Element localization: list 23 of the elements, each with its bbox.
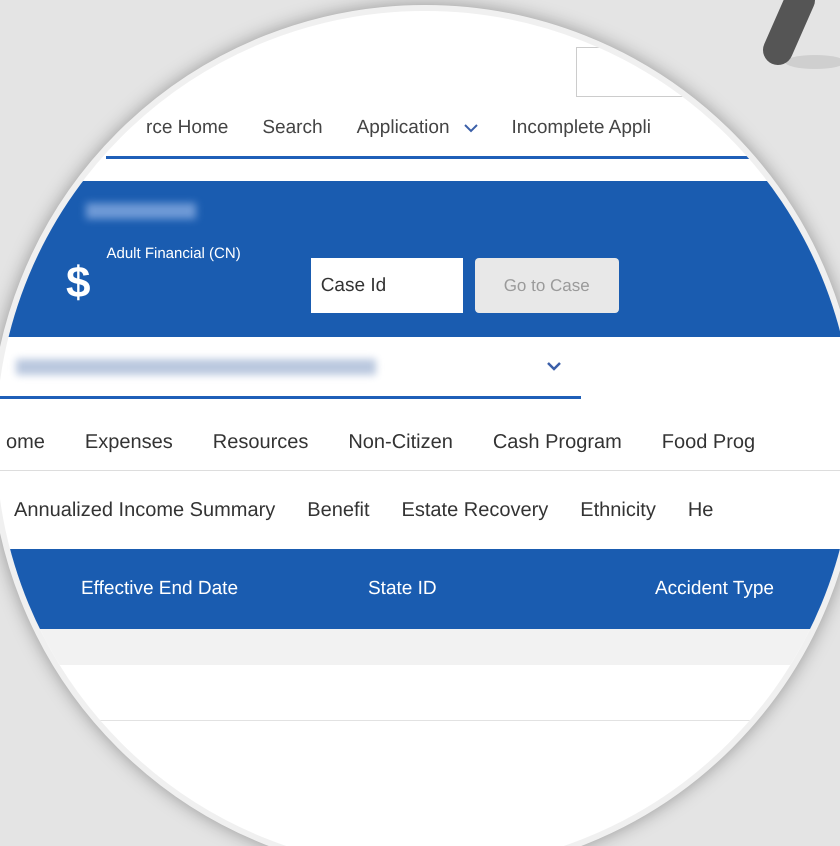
chevron-down-icon[interactable] [464,124,478,133]
tab[interactable]: Resources [212,426,308,456]
tab[interactable]: Food Prog [662,426,756,456]
nav-link[interactable]: Application [356,114,450,143]
subtab[interactable]: Estate Recovery [402,495,548,525]
nav-link[interactable]: Incomplete Appli [512,114,651,143]
case-id-field[interactable]: Case Id [310,258,463,313]
tab[interactable]: Expenses [84,426,173,456]
column-header: Effective End Date [81,576,240,601]
nav-link[interactable]: Search [262,114,323,143]
subtab[interactable]: Benefit [307,495,370,525]
tab[interactable]: ome [6,426,45,456]
chevron-down-icon[interactable] [547,362,561,371]
column-header: State ID [368,576,438,601]
subtab[interactable]: Ethnicity [580,495,656,525]
tab[interactable]: Cash Program [492,426,622,456]
dollar-sign: $ [66,261,90,305]
program-label: Adult Financial (CN) [106,244,241,264]
column-header: Accident Type [655,576,774,601]
subtab[interactable]: He [688,495,714,525]
tab[interactable]: Non-Citizen [348,426,453,456]
nav-link[interactable]: rce Home [146,114,228,143]
subtab[interactable]: Annualized Income Summary [14,495,276,525]
